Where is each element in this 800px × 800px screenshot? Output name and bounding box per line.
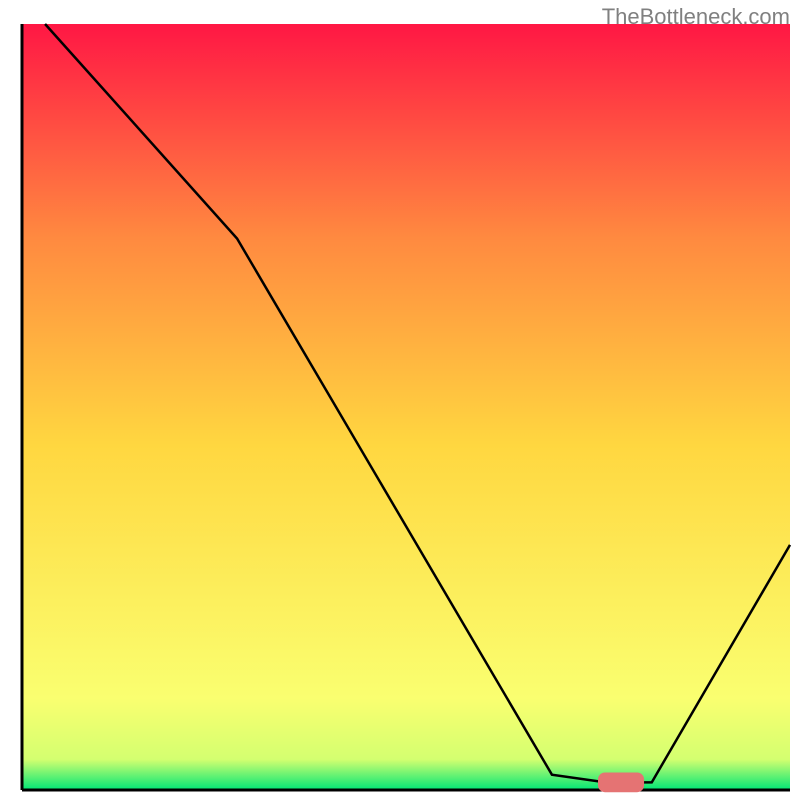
watermark-text: TheBottleneck.com <box>602 4 790 30</box>
chart-svg <box>0 0 800 800</box>
plot-background <box>22 24 790 790</box>
marker-pill <box>598 772 644 792</box>
chart-container: TheBottleneck.com <box>0 0 800 800</box>
